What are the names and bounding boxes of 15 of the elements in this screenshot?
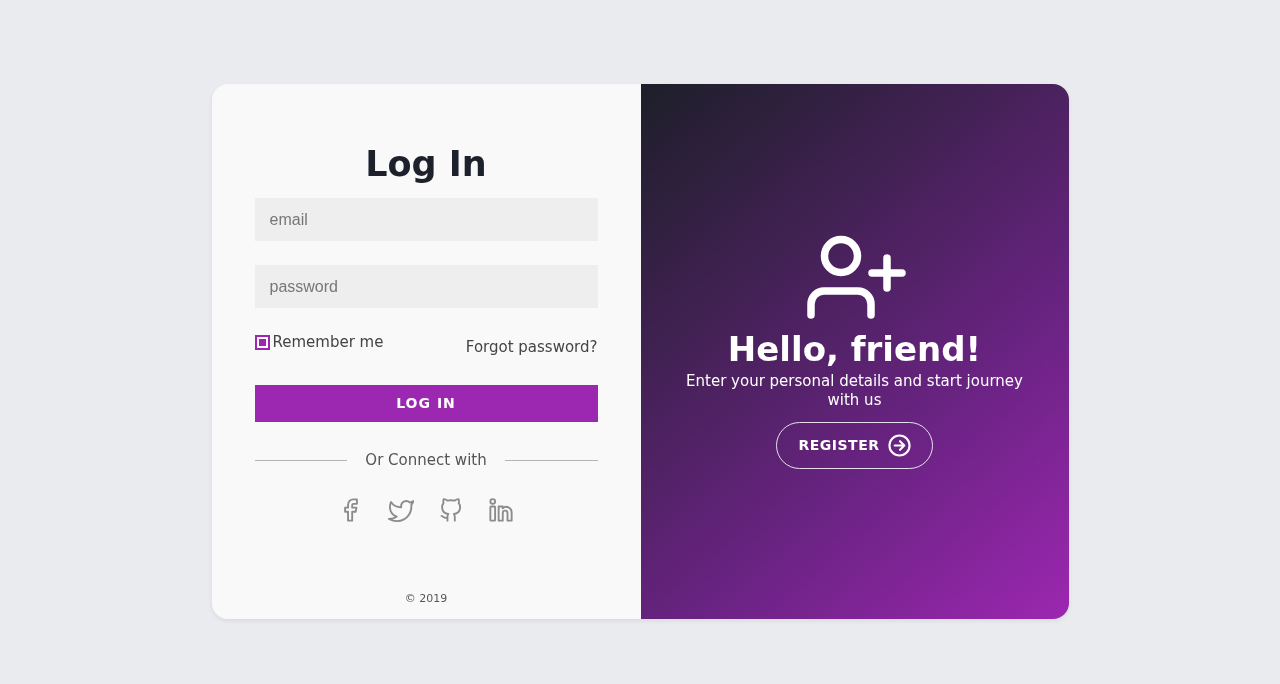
copyright-text: © 2019 — [403, 590, 449, 607]
checkbox[interactable] — [254, 334, 270, 350]
github-icon[interactable] — [438, 497, 464, 523]
checkbox-label: Remember me — [272, 333, 384, 351]
linkedin-icon[interactable] — [488, 497, 514, 523]
twitter-icon[interactable] — [388, 497, 414, 523]
login-button[interactable]: LOG IN — [254, 385, 598, 422]
register-heading: Hello, friend! — [727, 330, 982, 369]
divider-label: Or Connect with — [364, 449, 488, 471]
email-field[interactable]: email — [254, 198, 598, 241]
forgot-password-link[interactable]: Forgot password? — [465, 336, 598, 359]
password-field[interactable]: password — [254, 265, 598, 308]
arrow-circle-icon — [887, 434, 911, 457]
login-title: Log In — [364, 143, 488, 185]
register-description: Enter your personal details and start journey with us — [685, 372, 1024, 410]
